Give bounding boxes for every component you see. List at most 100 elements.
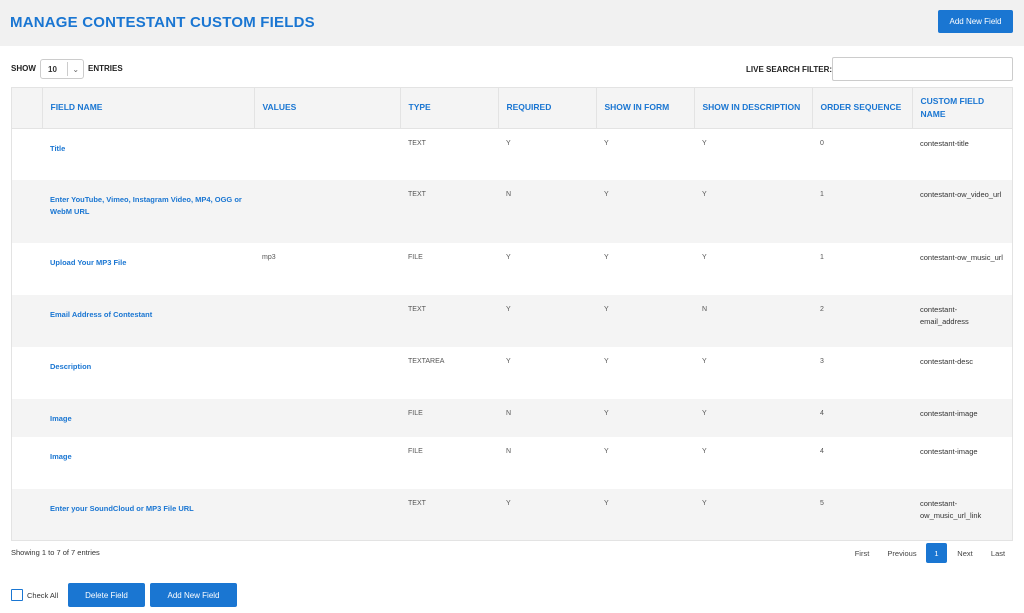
- show-in-form-cell: Y: [596, 243, 694, 295]
- required-cell: Y: [498, 489, 596, 540]
- required-cell: N: [498, 399, 596, 437]
- field-name-cell[interactable]: Description: [42, 347, 254, 399]
- show-in-description-cell: Y: [694, 180, 812, 243]
- entries-select[interactable]: 10 ⌄: [40, 59, 84, 79]
- row-select-cell[interactable]: [12, 180, 42, 243]
- order-sequence-cell: 4: [812, 399, 912, 437]
- column-header-type[interactable]: TYPE: [400, 88, 499, 129]
- table-row: Enter YouTube, Vimeo, Instagram Video, M…: [12, 180, 1012, 243]
- page-title: MANAGE CONTESTANT CUSTOM FIELDS: [10, 14, 315, 31]
- live-search-input[interactable]: [832, 57, 1013, 81]
- row-select-cell[interactable]: [12, 437, 42, 489]
- type-cell: TEXT: [400, 295, 498, 347]
- values-cell: [254, 347, 400, 399]
- show-in-form-cell: Y: [596, 128, 694, 180]
- row-select-cell[interactable]: [12, 489, 42, 540]
- field-name-cell[interactable]: Title: [42, 128, 254, 180]
- show-in-description-cell: N: [694, 295, 812, 347]
- field-name-cell[interactable]: Image: [42, 399, 254, 437]
- custom-field-name-cell: contestant-image: [912, 399, 1012, 437]
- type-cell: FILE: [400, 437, 498, 489]
- chevron-down-icon: ⌄: [72, 64, 80, 74]
- required-cell: Y: [498, 128, 596, 180]
- table-row: Image FILE N Y Y 4 contestant-image: [12, 399, 1012, 437]
- values-cell: [254, 295, 400, 347]
- pagination-last[interactable]: Last: [986, 543, 1010, 563]
- check-all-checkbox[interactable]: [11, 589, 23, 601]
- field-name-cell[interactable]: Email Address of Contestant: [42, 295, 254, 347]
- pagination-page-1[interactable]: 1: [926, 543, 947, 563]
- show-in-description-cell: Y: [694, 437, 812, 489]
- add-new-field-top-button[interactable]: Add New Field: [938, 10, 1013, 33]
- show-in-description-cell: Y: [694, 489, 812, 540]
- show-in-description-cell: Y: [694, 399, 812, 437]
- values-cell: [254, 489, 400, 540]
- row-select-cell[interactable]: [12, 128, 42, 180]
- type-cell: TEXTAREA: [400, 347, 498, 399]
- table-row: Description TEXTAREA Y Y Y 3 contestant-…: [12, 347, 1012, 399]
- column-header-show-in-form[interactable]: SHOW IN FORM: [596, 88, 695, 129]
- column-header-order-sequence[interactable]: ORDER SEQUENCE: [812, 88, 913, 129]
- check-all-label[interactable]: Check All: [27, 591, 58, 600]
- field-name-cell[interactable]: Enter YouTube, Vimeo, Instagram Video, M…: [42, 180, 254, 243]
- required-cell: N: [498, 180, 596, 243]
- custom-field-name-cell: contestant-ow_music_url_link: [912, 489, 1012, 540]
- required-cell: Y: [498, 347, 596, 399]
- show-in-form-cell: Y: [596, 399, 694, 437]
- type-cell: TEXT: [400, 180, 498, 243]
- column-header-show-in-description[interactable]: SHOW IN DESCRIPTION: [694, 88, 813, 129]
- table-row: Enter your SoundCloud or MP3 File URL TE…: [12, 489, 1012, 540]
- show-in-description-cell: Y: [694, 347, 812, 399]
- table-row: Title TEXT Y Y Y 0 contestant-title: [12, 128, 1012, 180]
- table-row: Email Address of Contestant TEXT Y Y N 2…: [12, 295, 1012, 347]
- delete-field-button[interactable]: Delete Field: [68, 583, 145, 607]
- type-cell: TEXT: [400, 128, 498, 180]
- pagination-next[interactable]: Next: [952, 543, 978, 563]
- show-in-form-cell: Y: [596, 437, 694, 489]
- show-in-form-cell: Y: [596, 180, 694, 243]
- values-cell: mp3: [254, 243, 400, 295]
- type-cell: FILE: [400, 243, 498, 295]
- table-row: Image FILE N Y Y 4 contestant-image: [12, 437, 1012, 489]
- row-select-cell[interactable]: [12, 243, 42, 295]
- required-cell: Y: [498, 295, 596, 347]
- live-search-label: LIVE SEARCH FILTER:: [746, 65, 833, 74]
- custom-field-name-cell: contestant-email_address: [912, 295, 1012, 347]
- custom-field-name-cell: contestant-ow_music_url: [912, 243, 1012, 295]
- order-sequence-cell: 2: [812, 295, 912, 347]
- order-sequence-cell: 3: [812, 347, 912, 399]
- column-header-custom-field-name[interactable]: CUSTOM FIELD NAME: [912, 88, 1012, 129]
- field-name-cell[interactable]: Upload Your MP3 File: [42, 243, 254, 295]
- field-name-cell[interactable]: Enter your SoundCloud or MP3 File URL: [42, 489, 254, 540]
- values-cell: [254, 180, 400, 243]
- entries-label: ENTRIES: [88, 64, 123, 73]
- values-cell: [254, 128, 400, 180]
- column-header-field-name[interactable]: FIELD NAME: [42, 88, 255, 129]
- column-header-required[interactable]: REQUIRED: [498, 88, 597, 129]
- show-in-description-cell: Y: [694, 128, 812, 180]
- order-sequence-cell: 1: [812, 243, 912, 295]
- table-header-row: FIELD NAME VALUES TYPE REQUIRED SHOW IN …: [12, 88, 1012, 129]
- pagination-first[interactable]: First: [849, 543, 875, 563]
- page-header: MANAGE CONTESTANT CUSTOM FIELDS Add New …: [0, 0, 1024, 46]
- field-name-cell[interactable]: Image: [42, 437, 254, 489]
- type-cell: FILE: [400, 399, 498, 437]
- required-cell: Y: [498, 243, 596, 295]
- add-new-field-bottom-button[interactable]: Add New Field: [150, 583, 237, 607]
- row-select-cell[interactable]: [12, 399, 42, 437]
- required-cell: N: [498, 437, 596, 489]
- fields-table: FIELD NAME VALUES TYPE REQUIRED SHOW IN …: [12, 88, 1012, 540]
- row-select-cell[interactable]: [12, 295, 42, 347]
- show-label: SHOW: [11, 64, 36, 73]
- type-cell: TEXT: [400, 489, 498, 540]
- values-cell: [254, 437, 400, 489]
- column-header-select: [12, 88, 43, 129]
- custom-field-name-cell: contestant-desc: [912, 347, 1012, 399]
- order-sequence-cell: 5: [812, 489, 912, 540]
- fields-table-container: FIELD NAME VALUES TYPE REQUIRED SHOW IN …: [11, 87, 1013, 541]
- pagination-previous[interactable]: Previous: [882, 543, 922, 563]
- entries-value: 10: [48, 64, 57, 74]
- entries-info: Showing 1 to 7 of 7 entries: [11, 548, 100, 557]
- column-header-values[interactable]: VALUES: [254, 88, 401, 129]
- row-select-cell[interactable]: [12, 347, 42, 399]
